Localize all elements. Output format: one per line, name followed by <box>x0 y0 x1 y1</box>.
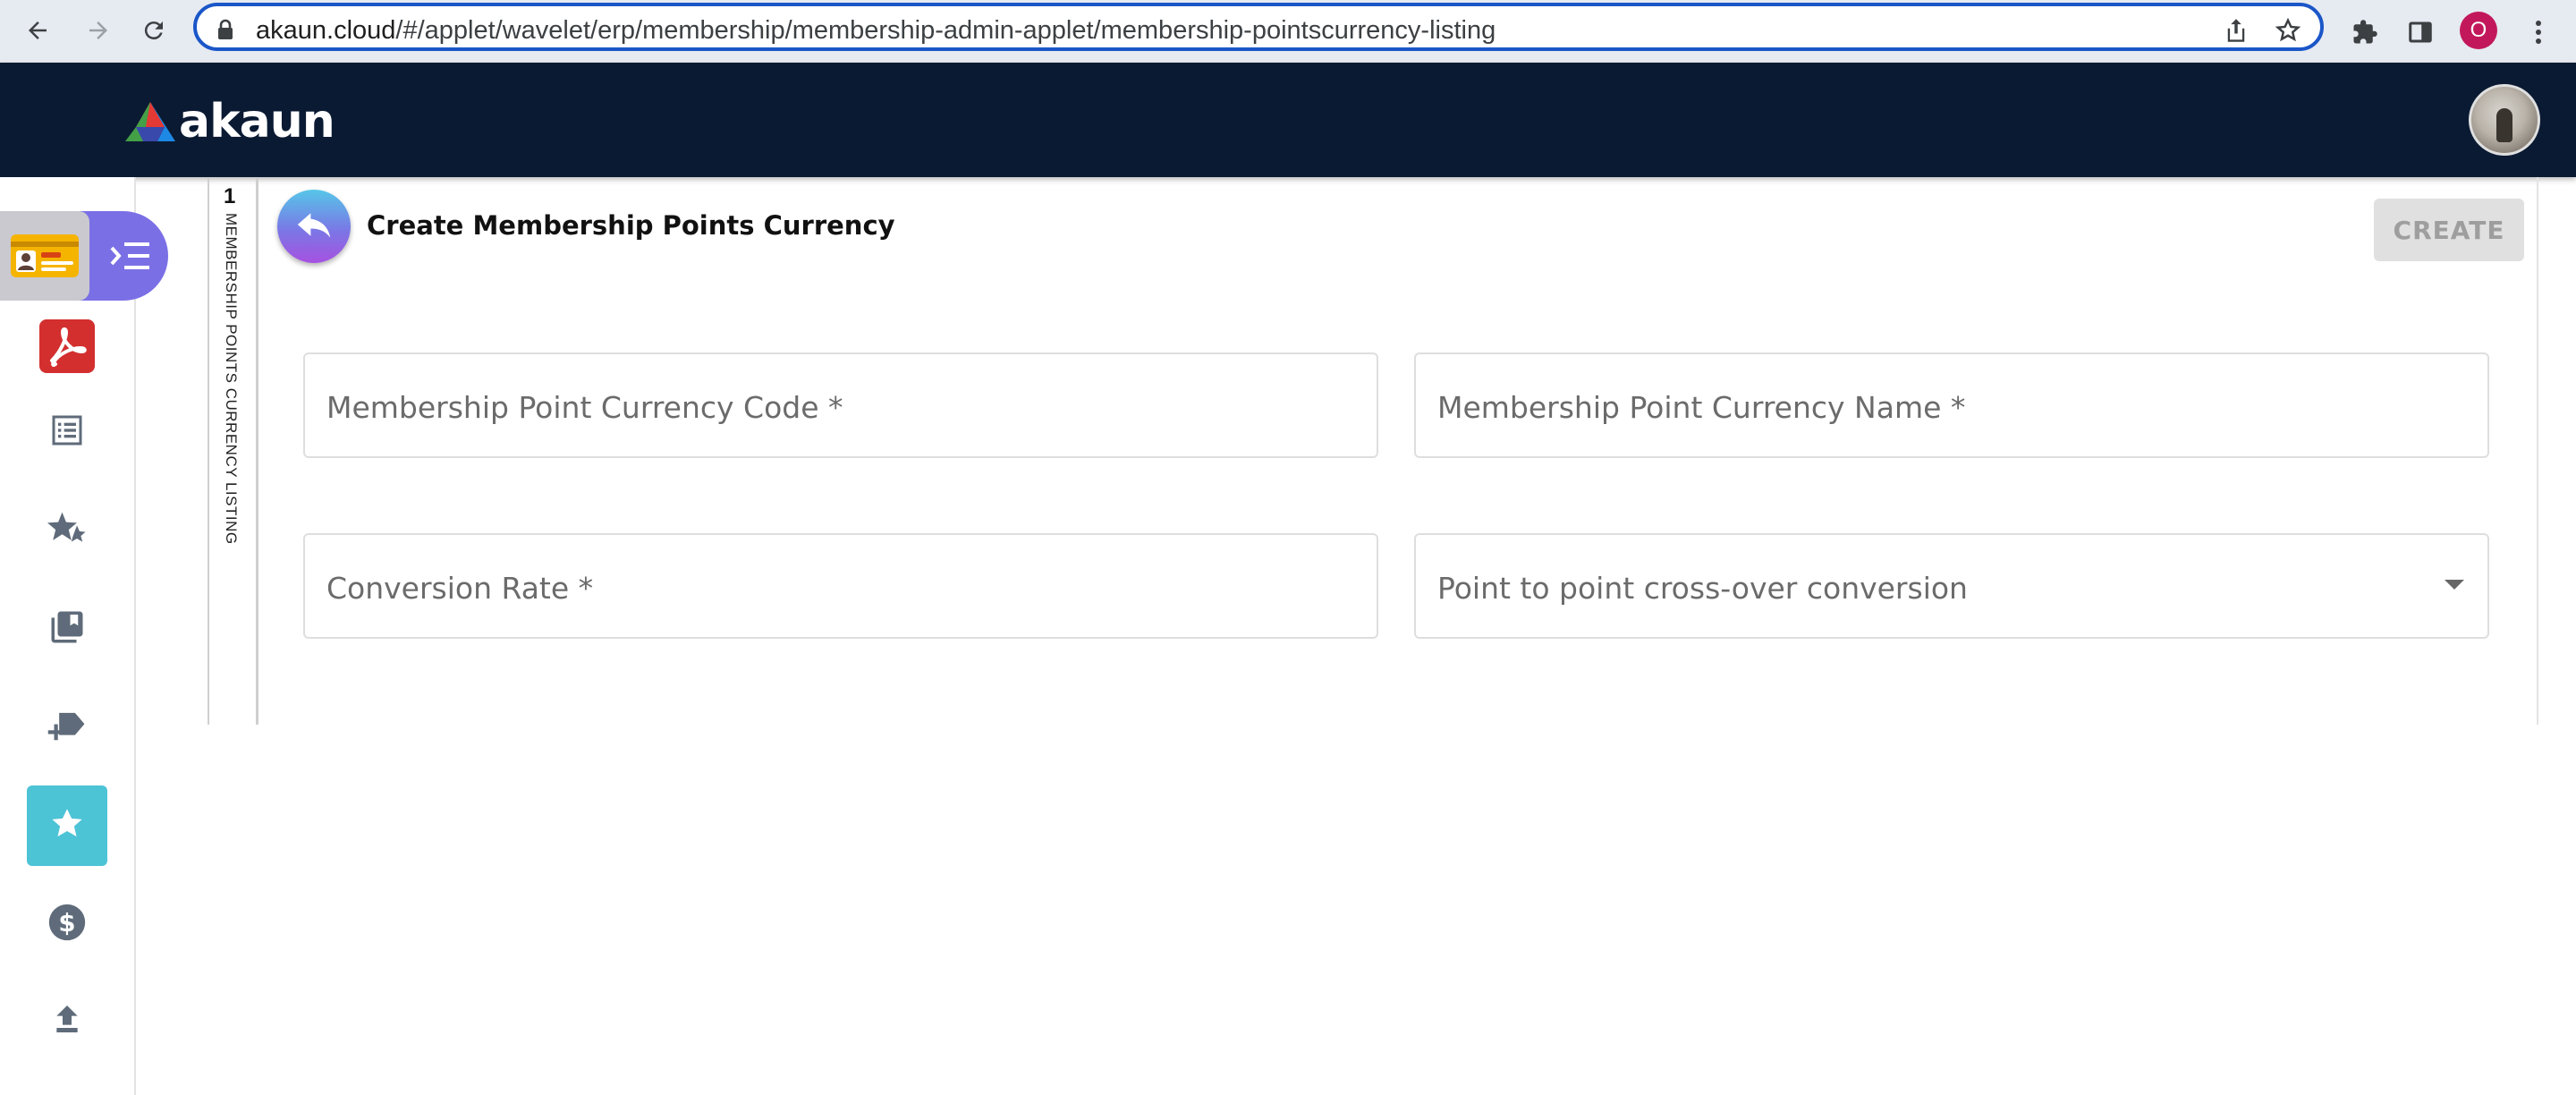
profile-initial: O <box>2470 18 2487 42</box>
app-header: akaun <box>0 63 2576 177</box>
membership-card-icon[interactable] <box>0 211 89 301</box>
crossover-conversion-select[interactable]: Point to point cross-over conversion <box>1414 533 2489 639</box>
address-bar[interactable]: akaun.cloud/#/applet/wavelet/erp/members… <box>193 3 2324 51</box>
star-icon <box>48 805 86 847</box>
sidebar-item-payments[interactable]: $ <box>27 884 107 964</box>
sidebar-item-points-currency[interactable] <box>27 785 107 866</box>
currency-code-placeholder: Membership Point Currency Code * <box>326 390 843 425</box>
left-sidebar: $ <box>0 177 168 1095</box>
browser-toolbar: akaun.cloud/#/applet/wavelet/erp/members… <box>0 0 2576 63</box>
akaun-logo[interactable]: akaun <box>125 95 335 149</box>
logo-text: akaun <box>179 95 335 149</box>
url-host: akaun.cloud <box>256 16 396 45</box>
currency-name-field[interactable]: Membership Point Currency Name * <box>1414 352 2489 458</box>
upload-icon <box>49 1001 85 1041</box>
menu-open-icon[interactable] <box>106 233 156 279</box>
sidebar-item-stars[interactable] <box>27 490 107 571</box>
browser-profile-avatar[interactable]: O <box>2460 12 2497 49</box>
conversion-rate-field[interactable]: Conversion Rate * <box>303 533 1378 639</box>
sidebar-item-upload[interactable] <box>27 980 107 1061</box>
bookmark-star-icon[interactable] <box>2272 14 2304 47</box>
stars-icon <box>46 509 89 553</box>
currency-code-field[interactable]: Membership Point Currency Code * <box>303 352 1378 458</box>
dropdown-arrow-icon <box>2445 580 2464 590</box>
dollar-icon: $ <box>47 903 87 946</box>
reply-arrow-icon <box>293 207 335 247</box>
currency-name-placeholder: Membership Point Currency Name * <box>1437 390 1966 425</box>
back-arrow-icon[interactable] <box>18 11 57 50</box>
page-title: Create Membership Points Currency <box>367 210 895 241</box>
share-icon[interactable] <box>2220 14 2252 47</box>
reload-icon[interactable] <box>134 11 174 50</box>
vertical-listing-tab[interactable]: 1 MEMBERSHIP POINTS CURRENCY LISTING <box>208 177 258 725</box>
url-path: /#/applet/wavelet/erp/membership/members… <box>395 16 1496 45</box>
list-icon <box>49 412 85 453</box>
content-divider <box>2537 177 2538 725</box>
side-panel-icon[interactable] <box>2401 13 2440 52</box>
akaun-logo-icon <box>125 102 175 141</box>
sidebar-item-list[interactable] <box>27 392 107 472</box>
lock-icon <box>216 19 234 45</box>
sidebar-item-label[interactable] <box>27 687 107 768</box>
adobe-acrobat-icon <box>39 318 95 378</box>
library-books-icon <box>48 608 86 650</box>
add-label-icon <box>47 708 88 748</box>
extensions-puzzle-icon[interactable] <box>2345 13 2385 52</box>
sidebar-item-library[interactable] <box>27 589 107 669</box>
user-avatar[interactable] <box>2469 84 2540 156</box>
create-button[interactable]: CREATE <box>2374 199 2524 261</box>
crossover-conversion-placeholder: Point to point cross-over conversion <box>1437 571 1968 606</box>
conversion-rate-placeholder: Conversion Rate * <box>326 571 594 606</box>
svg-text:$: $ <box>58 909 75 938</box>
forward-arrow-icon[interactable] <box>79 11 118 50</box>
tab-label: MEMBERSHIP POINTS CURRENCY LISTING <box>223 213 240 545</box>
back-button[interactable] <box>277 190 351 263</box>
kebab-menu-icon[interactable] <box>2519 13 2558 52</box>
sidebar-item-acrobat[interactable] <box>27 308 107 388</box>
url-text: akaun.cloud/#/applet/wavelet/erp/members… <box>256 16 1496 46</box>
tab-number: 1 <box>224 184 236 208</box>
